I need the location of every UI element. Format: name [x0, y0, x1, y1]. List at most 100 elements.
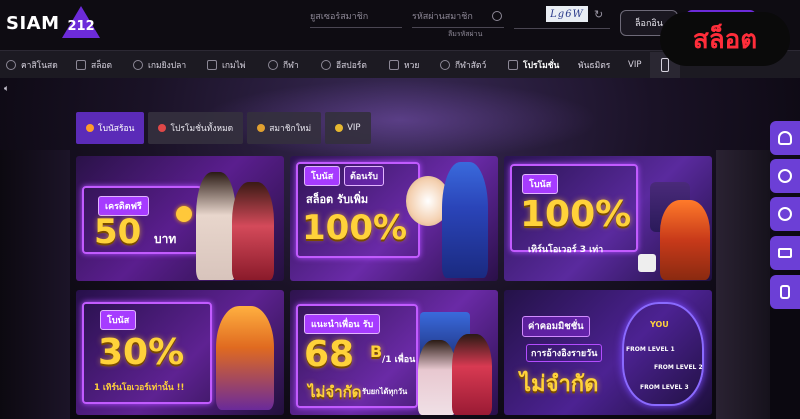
coin-icon [176, 206, 192, 222]
contact-telegram-button[interactable] [770, 197, 800, 231]
page-root: SIAM 212 ลืมรหัสผ่าน Lg6W ↻ ล็อกอิน สล็อ… [0, 0, 800, 419]
phone-icon [780, 285, 790, 299]
password-field[interactable] [412, 6, 504, 28]
user-icon [778, 131, 792, 145]
promo-tabs: โบนัสร้อน โปรโมชั่นทั้งหมด สมาชิกใหม่ VI… [76, 112, 371, 144]
username-input[interactable] [310, 11, 402, 22]
genie-character-image [442, 162, 488, 278]
cards-icon [207, 60, 217, 70]
nav-item-vip[interactable]: VIP [628, 51, 641, 79]
nav-item-casino[interactable]: คาสิโนสด [6, 51, 58, 79]
refresh-icon[interactable]: ↻ [594, 8, 603, 21]
tree-level-2: FROM LEVEL 2 [654, 364, 703, 371]
nav-item-esport[interactable]: อีสปอร์ต [321, 51, 367, 79]
hostess-image [232, 182, 274, 280]
contact-line-button[interactable] [770, 159, 800, 193]
nav-label: อีสปอร์ต [336, 61, 367, 71]
card-amount: 50 [94, 212, 142, 252]
card-amount: 100% [520, 194, 632, 235]
nav-label: หวย [404, 61, 420, 71]
slot-badge-text: สล็อต [692, 24, 758, 55]
card-sub: 1 เทิร์นโอเวอร์เท่านั้น !! [94, 383, 185, 393]
forgot-password-link[interactable]: ลืมรหัสผ่าน [448, 29, 482, 40]
card-tag: โบนัส [522, 174, 559, 194]
nav-label: โปรโมชั่น [523, 61, 560, 71]
username-field[interactable] [310, 6, 402, 28]
promo-card-welcome-slot[interactable]: โบนัส ต้อนรับ สล็อต รับเพิ่ม 100% [290, 156, 498, 281]
fish-icon [133, 60, 143, 70]
nav-item-lottery[interactable]: หวย [389, 51, 419, 79]
nav-item-sport[interactable]: กีฬา [268, 51, 299, 79]
sport-icon [268, 60, 278, 70]
card-tag: โบนัส [304, 166, 341, 186]
background-stage-right [716, 150, 770, 419]
site-logo[interactable]: SIAM 212 [6, 6, 100, 40]
tab-new-member[interactable]: สมาชิกใหม่ [247, 112, 322, 144]
card-tag: โบนัส [100, 310, 137, 330]
speaker-icon[interactable]: 🔈︎ [4, 84, 9, 94]
nav-label: สล็อต [91, 61, 113, 71]
hostess-image [196, 172, 236, 280]
contact-phone-button[interactable] [770, 275, 800, 309]
logo-mark: 212 [61, 6, 100, 40]
card-sub: ไม่จำกัด [520, 372, 599, 397]
tab-label: โปรโมชั่นทั้งหมด [170, 124, 234, 134]
nav-item-promotion[interactable]: โปรโมชั่น [508, 51, 559, 79]
captcha-input[interactable] [514, 28, 610, 29]
dragon-image [660, 200, 710, 280]
crown-icon [335, 124, 344, 132]
nav-label: VIP [628, 60, 642, 70]
contact-email-button[interactable] [770, 236, 800, 270]
card-tag: แนะนำเพื่อน รับ [304, 314, 381, 334]
slot-badge-overlay: สล็อต [660, 12, 790, 66]
card-line: สล็อต รับเพิ่ม [306, 193, 369, 206]
promo-card-commission[interactable]: ค่าคอมมิชชั่น การอ้างอิงรายวัน ไม่จำกัด … [504, 290, 712, 415]
tree-you-label: YOU [650, 320, 669, 329]
promo-card-bonus-30[interactable]: โบนัส 30% 1 เทิร์นโอเวอร์เท่านั้น !! [76, 290, 284, 415]
nav-item-fishing[interactable]: เกมยิงปลา [133, 51, 186, 79]
tab-vip[interactable]: VIP [325, 112, 371, 144]
tab-label: VIP [347, 123, 361, 133]
hostess-image [452, 334, 492, 415]
slot-icon [76, 60, 86, 70]
tab-all-promotions[interactable]: โปรโมชั่นทั้งหมด [148, 112, 244, 144]
nav-item-animal-sport[interactable]: กีฬาสัตว์ [440, 51, 486, 79]
card-unit: บาท [154, 232, 177, 246]
pin-icon [158, 124, 167, 132]
nav-label: กีฬาสัตว์ [455, 61, 487, 71]
nav-item-slot[interactable]: สล็อต [76, 51, 112, 79]
promo-card-refer-friend[interactable]: แนะนำเพื่อน รับ 68 B /1 เพื่อน ไม่จำกัด … [290, 290, 498, 415]
contact-account-button[interactable] [770, 121, 800, 155]
casino-icon [6, 60, 16, 70]
captcha-image: Lg6W [546, 6, 588, 22]
tab-hot-bonus[interactable]: โบนัสร้อน [76, 112, 145, 144]
promo-card-bonus-100[interactable]: โบนัส 100% เทิร์นโอเวอร์ 3 เท่า [504, 156, 712, 281]
line-icon [778, 169, 792, 183]
card-tag-secondary: ต้อนรับ [344, 166, 384, 186]
card-tag: ค่าคอมมิชชั่น [522, 316, 590, 337]
fire-icon [86, 124, 94, 132]
animal-icon [440, 60, 450, 70]
card-sub: เทิร์นโอเวอร์ 3 เท่า [528, 245, 604, 255]
card-amount: 30% [98, 332, 185, 373]
card-amount: 68 [304, 334, 355, 375]
nav-label: เกมไพ่ [222, 61, 246, 71]
nav-item-partner[interactable]: พันธมิตร [578, 51, 610, 79]
lottery-icon [389, 60, 399, 70]
telegram-icon [778, 207, 792, 221]
card-amount: 100% [302, 208, 408, 248]
promo-card-free-credit[interactable]: เครดิตฟรี 50 บาท [76, 156, 284, 281]
eye-icon[interactable] [492, 11, 502, 21]
nav-label: กีฬา [283, 61, 299, 71]
card-per: /1 เพื่อน [382, 355, 416, 365]
character-image [216, 306, 274, 410]
nav-label: พันธมิตร [578, 61, 611, 71]
mail-icon [778, 248, 792, 258]
password-input[interactable] [412, 11, 504, 22]
money-bag-icon [257, 124, 266, 132]
esport-icon [321, 60, 331, 70]
tree-level-3: FROM LEVEL 3 [640, 384, 689, 391]
logo-mark-text: 212 [67, 19, 95, 34]
nav-item-cards[interactable]: เกมไพ่ [207, 51, 246, 79]
card-sub: ไม่จำกัด [308, 383, 362, 401]
